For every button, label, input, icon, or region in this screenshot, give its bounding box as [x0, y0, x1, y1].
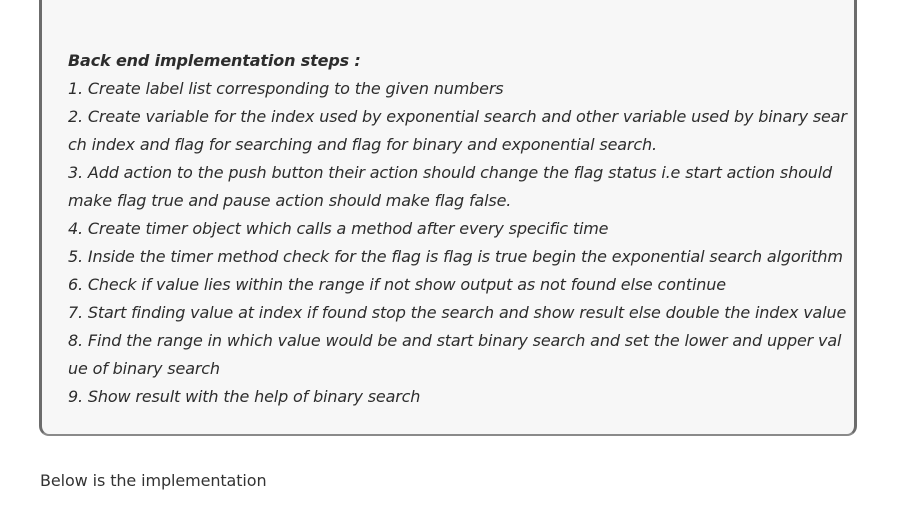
article-page: Back end implementation steps : 1. Creat… — [0, 0, 917, 508]
step-5: 5. Inside the timer method check for the… — [68, 247, 843, 266]
step-1: 1. Create label list corresponding to th… — [68, 79, 504, 98]
step-2: 2. Create variable for the index used by… — [68, 107, 847, 154]
step-3: 3. Add action to the push button their a… — [68, 163, 833, 210]
step-4: 4. Create timer object which calls a met… — [68, 219, 609, 238]
implementation-intro-text: Below is the implementation — [40, 471, 267, 490]
step-6: 6. Check if value lies within the range … — [68, 275, 726, 294]
steps-content: Back end implementation steps : 1. Creat… — [68, 47, 848, 411]
step-8: 8. Find the range in which value would b… — [68, 331, 842, 378]
step-9: 9. Show result with the help of binary s… — [68, 387, 421, 406]
implementation-steps-box: Back end implementation steps : 1. Creat… — [39, 0, 857, 436]
step-7: 7. Start finding value at index if found… — [68, 303, 847, 322]
steps-heading: Back end implementation steps : — [68, 51, 361, 70]
